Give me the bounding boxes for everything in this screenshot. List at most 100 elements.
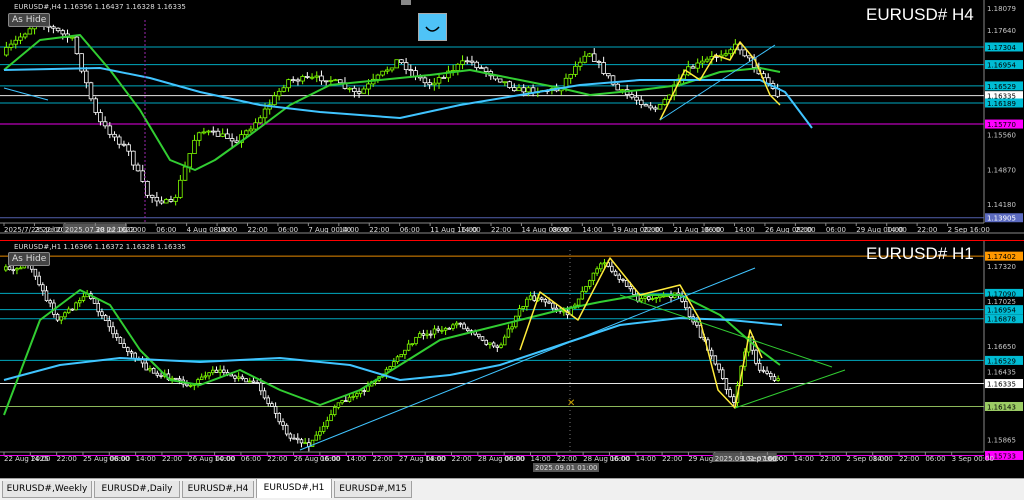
candle-body <box>403 349 407 355</box>
price-label: 1.17402 <box>987 253 1016 261</box>
candle-body <box>251 380 256 383</box>
candle-body <box>532 295 537 301</box>
candle-body <box>325 420 330 427</box>
chart-background <box>0 0 1024 236</box>
candle-body <box>440 329 444 332</box>
price-label: 1.16143 <box>987 403 1016 411</box>
candle-body <box>233 375 237 379</box>
candle-body <box>44 290 49 302</box>
candle-body <box>577 61 583 67</box>
candle-body <box>591 53 597 62</box>
candle-body <box>88 82 94 100</box>
candle-body <box>151 367 156 374</box>
candle-body <box>717 363 721 371</box>
chart-h1[interactable]: 1.174021.173201.170901.170251.169541.168… <box>0 240 1024 478</box>
price-label: 1.16954 <box>987 307 1016 315</box>
candle-body <box>347 396 352 402</box>
candle-body <box>277 412 282 423</box>
candle-body <box>234 140 240 143</box>
candle-body <box>392 361 396 368</box>
time-label: 22:00 <box>662 455 682 463</box>
time-label: 2025.09.01 01:00 <box>535 464 597 472</box>
candle-body <box>270 403 274 407</box>
hide-button-h1[interactable]: As Hide <box>8 252 51 266</box>
candle-body <box>506 328 511 338</box>
candle-body <box>338 79 343 84</box>
candle-body <box>613 270 618 276</box>
candle-body <box>728 49 733 55</box>
candle-body <box>584 286 588 292</box>
candle-body <box>340 400 344 404</box>
candle-body <box>59 316 64 321</box>
candle-body <box>15 268 19 271</box>
candle-body <box>178 179 183 198</box>
candle-body <box>601 62 606 74</box>
candle-body <box>610 265 614 272</box>
candle-body <box>385 69 390 72</box>
candle-body <box>747 55 752 59</box>
candle-body <box>173 197 178 202</box>
tab-h4[interactable]: EURUSD#,H4 <box>182 481 254 498</box>
candle-body <box>654 297 658 300</box>
candle-body <box>776 378 780 381</box>
candle-body <box>408 69 414 71</box>
candle-body <box>69 36 75 39</box>
candle-body <box>148 367 152 371</box>
candle-body <box>177 378 182 381</box>
time-label: 3 Sep 00:00 <box>952 455 994 463</box>
time-label: 22:00 <box>899 455 919 463</box>
indicator-face-icon[interactable] <box>418 13 447 41</box>
candle-body <box>41 284 45 292</box>
candle-body <box>288 433 293 439</box>
candle-body <box>765 370 769 374</box>
candle-body <box>447 327 452 330</box>
candle-body <box>48 300 52 304</box>
candle-body <box>587 280 592 287</box>
candle-body <box>93 98 98 113</box>
candle-body <box>332 406 337 415</box>
candle-body <box>66 308 71 314</box>
candle-body <box>4 47 9 56</box>
candle-body <box>229 138 235 142</box>
candle-body <box>4 266 8 271</box>
chart-h4[interactable]: 1.180791.176401.173041.169541.165291.163… <box>0 0 1024 236</box>
tab-daily[interactable]: EURUSD#,Daily <box>94 481 180 498</box>
crosshair-x-icon: ✕ <box>567 398 575 409</box>
candle-body <box>591 272 596 281</box>
tab-h1[interactable]: EURUSD#,H1 <box>256 479 332 498</box>
candle-body <box>196 379 200 384</box>
candle-body <box>728 389 732 398</box>
candle-body <box>236 376 241 379</box>
candle-body <box>126 347 130 353</box>
tab-weekly[interactable]: EURUSD#,Weekly <box>2 481 92 498</box>
candle-body <box>356 91 362 94</box>
chart-window-h4[interactable]: 1.18079 1.17640 1.17304 1.16954 1.16529 1.163… <box>0 0 1024 236</box>
candle-body <box>266 397 270 404</box>
price-label: 1.17025 <box>987 298 1016 306</box>
timeframe-label-h1: EURUSD# H1 <box>866 244 974 263</box>
candle-body <box>188 384 193 387</box>
candle-body <box>149 194 155 198</box>
candle-body <box>580 290 585 300</box>
candle-body <box>329 414 333 422</box>
hide-button-h4[interactable]: As Hide <box>8 13 51 27</box>
candle-body <box>441 77 446 79</box>
candle-body <box>621 278 625 281</box>
candle-body <box>116 136 122 145</box>
candle-body <box>615 83 620 91</box>
candle-body <box>455 63 461 71</box>
candle-body <box>606 73 611 77</box>
candle-body <box>526 87 531 93</box>
tab-m15[interactable]: EURUSD#,M15 <box>334 481 412 498</box>
time-label: 06:00 <box>504 455 524 463</box>
candle-body <box>432 328 437 335</box>
candle-body <box>8 43 14 48</box>
candle-body <box>460 60 465 65</box>
candle-body <box>7 266 12 271</box>
candle-body <box>550 302 555 309</box>
candle-body <box>276 90 282 97</box>
chart-window-h1[interactable]: 1.17402 1.17320 1.17090 1.17025 1.16954 1.168… <box>0 240 1024 478</box>
candle-body <box>502 336 507 346</box>
candle-body <box>432 82 437 86</box>
candle-body <box>78 300 82 304</box>
